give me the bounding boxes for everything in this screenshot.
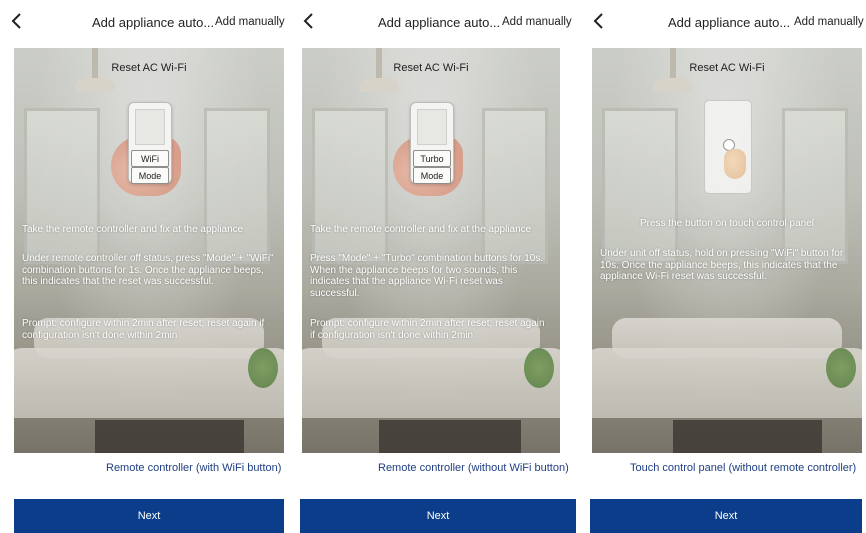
instruction-body: Press "Mode" + "Turbo" combination butto… — [310, 253, 544, 299]
chevron-left-icon — [303, 13, 313, 29]
instruction-title: Press the button on touch control panel — [639, 218, 814, 229]
wifi-button-icon: WiFi — [131, 150, 169, 167]
remote-screen — [417, 109, 447, 145]
reset-title: Reset AC Wi-Fi — [689, 62, 765, 74]
instruction-prompt: Prompt: configure within 2min after rese… — [310, 318, 545, 341]
page-title: Add appliance auto... — [378, 15, 501, 30]
mode-label[interactable]: Remote controller (with WiFi button) — [106, 462, 281, 474]
page-title: Add appliance auto... — [668, 15, 791, 30]
header: Add appliance auto... Add manually — [292, 6, 580, 40]
remote-screen — [135, 109, 165, 145]
back-button[interactable] — [298, 10, 320, 32]
instruction-scene: Reset AC Wi-Fi Press the button on touch… — [592, 48, 862, 453]
instruction-body: Under unit off status, hold on pressing … — [600, 248, 844, 282]
finger-tap-icon — [724, 149, 746, 179]
header: Add appliance auto... Add manually — [0, 6, 290, 40]
next-button[interactable]: Next — [14, 499, 284, 533]
chevron-left-icon — [11, 13, 21, 29]
instruction-scene: Reset AC Wi-Fi Turbo Mode Take the remot… — [302, 48, 560, 453]
header: Add appliance auto... Add manually — [582, 6, 866, 40]
mode-label[interactable]: Touch control panel (without remote cont… — [630, 462, 856, 474]
panel-without-wifi-button: Add appliance auto... Add manually Reset… — [292, 0, 580, 533]
instruction-scene: Reset AC Wi-Fi WiFi Mode Take the remote… — [14, 48, 284, 453]
instruction-title: Take the remote controller and fix at th… — [310, 224, 532, 235]
add-manually-link[interactable]: Add manually — [502, 16, 572, 28]
mode-button-icon: Mode — [413, 167, 451, 184]
add-manually-link[interactable]: Add manually — [794, 16, 864, 28]
next-button[interactable]: Next — [300, 499, 576, 533]
reset-title: Reset AC Wi-Fi — [111, 62, 187, 74]
page-title: Add appliance auto... — [92, 15, 215, 30]
back-button[interactable] — [588, 10, 610, 32]
mode-label[interactable]: Remote controller (without WiFi button) — [378, 462, 569, 474]
reset-title: Reset AC Wi-Fi — [393, 62, 469, 74]
chevron-left-icon — [593, 13, 603, 29]
mode-button-icon: Mode — [131, 167, 169, 184]
turbo-button-icon: Turbo — [413, 150, 451, 167]
add-manually-link[interactable]: Add manually — [215, 16, 285, 28]
instruction-prompt: Prompt: configure within 2min after rese… — [22, 318, 265, 341]
next-button[interactable]: Next — [590, 499, 862, 533]
touch-panel-icon — [704, 100, 752, 194]
panel-touch-control: Add appliance auto... Add manually Reset… — [582, 0, 866, 533]
instruction-body: Under remote controller off status, pres… — [22, 253, 274, 287]
back-button[interactable] — [6, 10, 28, 32]
panel-with-wifi-button: Add appliance auto... Add manually Reset… — [0, 0, 290, 533]
instruction-title: Take the remote controller and fix at th… — [22, 224, 244, 235]
